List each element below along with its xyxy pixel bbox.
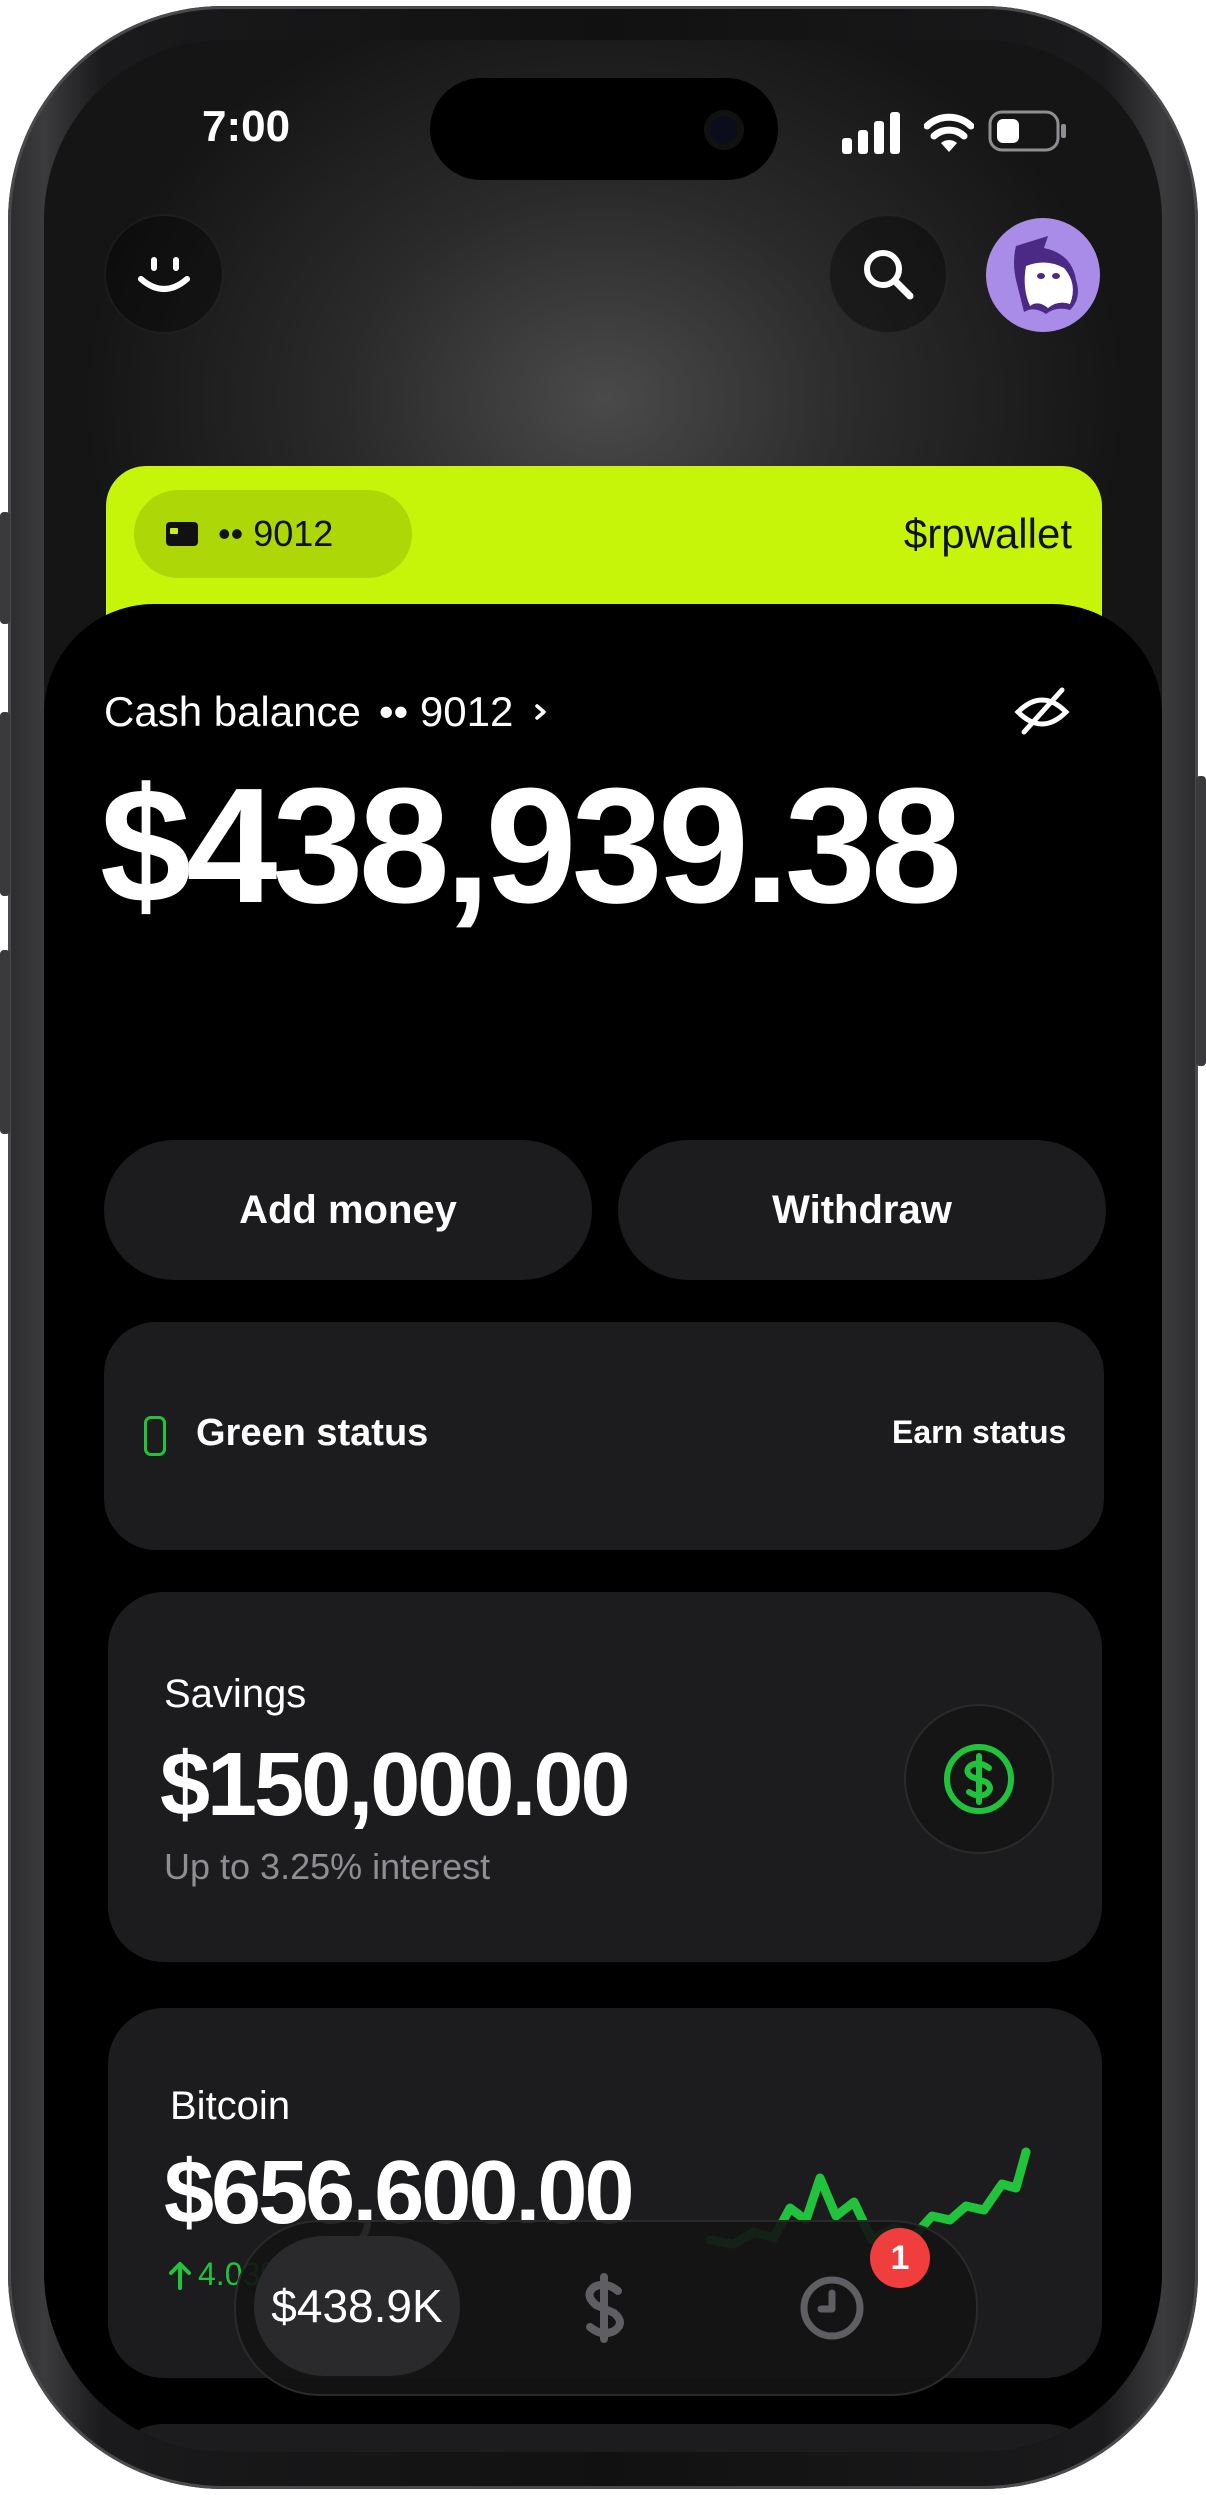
front-camera (704, 110, 744, 150)
dollar-circle-icon (944, 1744, 1014, 1814)
cashtag: $rpwallet (903, 510, 1072, 557)
cash-balance-label: Cash balance (104, 688, 361, 735)
profile-menu-button[interactable] (104, 214, 224, 334)
card-icon (166, 522, 198, 546)
savings-title: Savings (164, 1672, 307, 1716)
arrow-up-icon (169, 2261, 191, 2290)
eye-slash-icon[interactable] (1012, 680, 1072, 740)
savings-amount: $150,000.00 (160, 1735, 630, 1835)
ghost-avatar-icon (1014, 236, 1078, 314)
cash-balance-header[interactable]: Cash balance •• 9012 (104, 688, 551, 736)
volume-up-button (0, 712, 10, 896)
withdraw-button[interactable]: Withdraw (618, 1140, 1106, 1280)
bitcoin-title: Bitcoin (170, 2084, 291, 2128)
smiley-icon (138, 257, 190, 292)
dollar-icon (585, 2273, 624, 2343)
card-chip[interactable]: •• 9012 (134, 490, 412, 578)
status-icon (144, 1416, 166, 1456)
next-card (108, 2424, 1102, 2452)
notification-badge: 1 (870, 2228, 930, 2288)
card-number: •• 9012 (218, 513, 334, 554)
wifi-icon (924, 113, 974, 152)
power-button (1196, 776, 1206, 1066)
tab-money[interactable] (560, 2264, 648, 2352)
avatar[interactable] (986, 218, 1100, 332)
chevron-right-icon (535, 704, 547, 720)
screen: 7:00 •• 9012 $rpwallet Cash balance •• 9… (44, 40, 1162, 2452)
add-money-button[interactable]: Add money (104, 1140, 592, 1280)
status-title: Green status (196, 1412, 429, 1454)
savings-icon-button[interactable] (904, 1704, 1054, 1854)
earn-status-link[interactable]: Earn status (892, 1414, 1066, 1451)
savings-subtitle: Up to 3.25% interest (164, 1846, 491, 1887)
search-icon (864, 250, 914, 300)
battery-icon (988, 110, 1066, 152)
cash-balance-amount: $438,939.38 (100, 754, 962, 937)
cash-balance-account: •• 9012 (378, 688, 514, 735)
clock-icon (800, 2276, 864, 2340)
status-time: 7:00 (202, 102, 291, 151)
search-button[interactable] (828, 214, 948, 334)
tab-balance[interactable]: $438.9K (254, 2236, 460, 2376)
volume-down-button (0, 950, 10, 1134)
tab-activity[interactable] (788, 2264, 876, 2352)
action-button (0, 512, 10, 624)
signal-icon (842, 112, 900, 154)
